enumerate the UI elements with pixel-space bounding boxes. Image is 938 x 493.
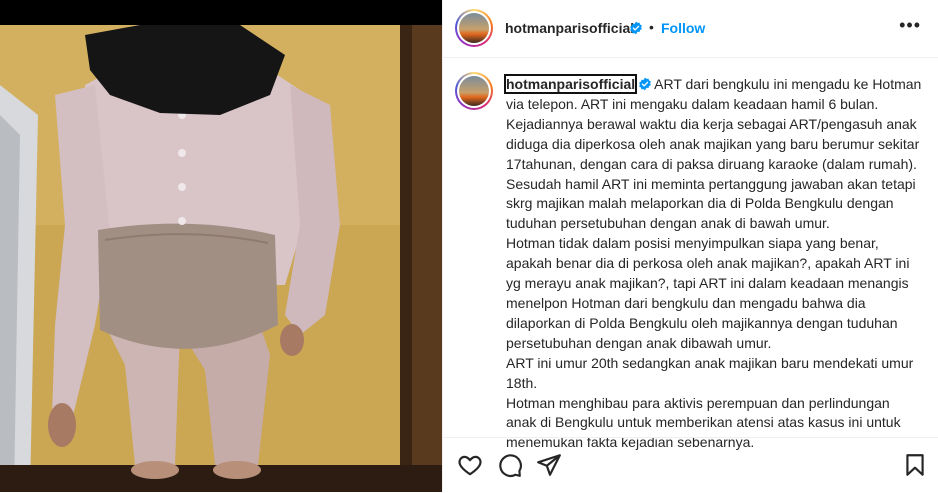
more-options-icon[interactable]: ••• [899, 15, 921, 36]
post-photo-illustration [0, 25, 442, 492]
comment-icon[interactable] [497, 452, 523, 478]
caption-paragraph-3: ART ini umur 20th sedangkan anak majikan… [506, 354, 914, 391]
caption-paragraph-1: hotmanparisofficial ART dari bengkulu ini… [503, 74, 922, 234]
caption-paragraph-2: Hotman tidak dalam posisi menyimpulkan s… [506, 235, 910, 351]
post-detail-panel: hotmanparisofficial • Follow ••• hotmanp… [442, 0, 938, 492]
post-caption: hotmanparisofficial ART dari bengkulu ini… [503, 74, 922, 450]
caption-text-1: ART dari bengkulu ini mengadu ke Hotman … [506, 76, 922, 232]
share-icon[interactable] [536, 452, 562, 478]
post-header: hotmanparisofficial • Follow ••• [443, 0, 938, 58]
verified-badge-icon [630, 21, 642, 35]
photo-top-bar [0, 0, 442, 25]
caption-author-avatar[interactable] [455, 72, 493, 110]
post-photo[interactable] [0, 25, 442, 492]
heart-icon[interactable] [457, 452, 483, 478]
author-username[interactable]: hotmanparisofficial [505, 20, 634, 36]
post-actions-bar [443, 437, 938, 493]
separator-dot: • [649, 19, 654, 35]
author-avatar[interactable] [455, 9, 493, 47]
caption-verified-badge-icon [639, 77, 651, 91]
bookmark-icon[interactable] [902, 452, 928, 478]
follow-button[interactable]: Follow [661, 20, 705, 36]
caption-username[interactable]: hotmanparisofficial [503, 74, 638, 94]
